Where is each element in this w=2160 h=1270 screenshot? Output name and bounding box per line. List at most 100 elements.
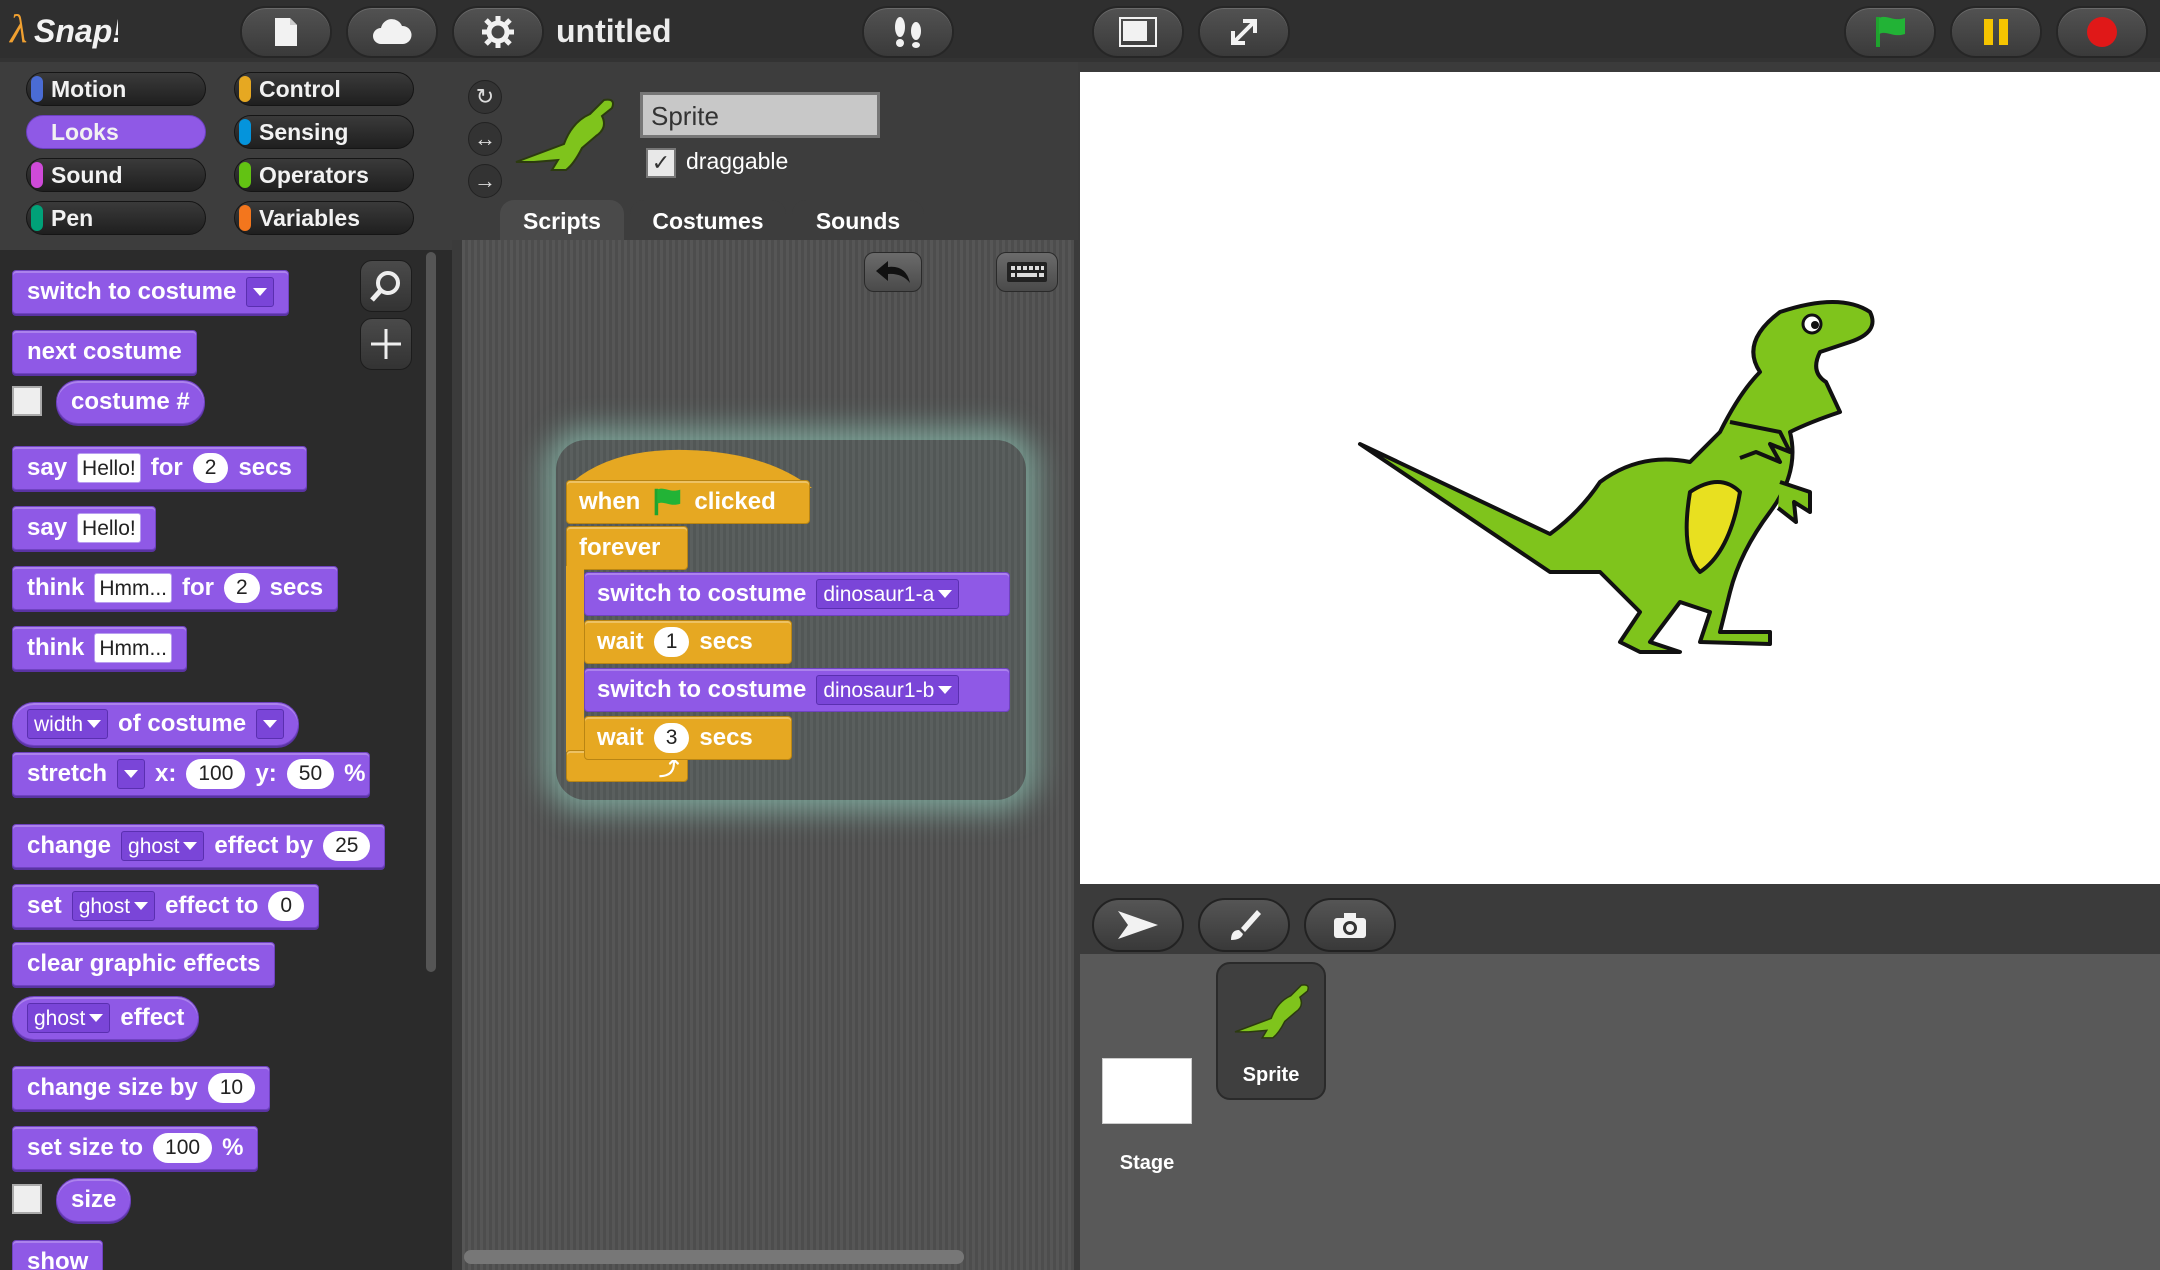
block-label: for <box>150 454 183 481</box>
settings-menu-button[interactable] <box>452 6 544 58</box>
rotation-style-none[interactable]: → <box>468 164 502 198</box>
block-label: x: <box>155 760 177 787</box>
block-stretch[interactable]: stretch x: 100 y: 50% <box>12 752 371 796</box>
snap-logo[interactable]: λ Snap! <box>8 2 118 58</box>
paint-new-sprite-button[interactable] <box>1198 898 1290 952</box>
number-slot[interactable]: 100 <box>186 759 246 789</box>
effect-dropdown[interactable]: ghost <box>27 1003 111 1033</box>
category-pen[interactable]: Pen <box>26 201 206 235</box>
logo-text: Snap! <box>34 13 118 49</box>
block-attribute-of-costume[interactable]: width of costume <box>12 702 300 746</box>
cloud-menu-button[interactable] <box>346 6 438 58</box>
camera-sprite-button[interactable] <box>1304 898 1396 952</box>
dinosaur-sprite[interactable] <box>1080 72 2160 884</box>
file-menu-button[interactable] <box>240 6 332 58</box>
category-sensing[interactable]: Sensing <box>234 115 414 149</box>
number-slot[interactable]: 100 <box>153 1133 213 1163</box>
dropdown-arrow-icon <box>134 902 149 910</box>
block-set-effect-to[interactable]: set ghost effect to 0 <box>12 884 320 928</box>
block-think-for-secs[interactable]: think Hmm... for 2 secs <box>12 566 339 610</box>
stop-icon <box>2087 17 2117 47</box>
when-flag-clicked-block[interactable]: when clicked <box>566 480 810 524</box>
stage-thumbnail[interactable] <box>1102 1058 1192 1124</box>
number-slot[interactable]: 10 <box>207 1073 256 1103</box>
green-flag-button[interactable] <box>1844 6 1936 58</box>
keyboard-entry-button[interactable] <box>996 252 1058 292</box>
undo-button[interactable] <box>864 252 922 292</box>
costume-dropdown[interactable] <box>246 277 275 307</box>
block-clear-graphic-effects[interactable]: clear graphic effects <box>12 942 276 986</box>
costume-num-watcher-checkbox[interactable] <box>12 386 42 416</box>
effect-dropdown[interactable]: ghost <box>121 831 205 861</box>
make-block-button[interactable] <box>360 318 412 370</box>
block-effect-reporter[interactable]: ghost effect <box>12 996 200 1040</box>
number-slot[interactable]: 3 <box>653 723 690 753</box>
pause-button[interactable] <box>1950 6 2042 58</box>
block-switch-to-costume[interactable]: switch to costume <box>12 270 290 314</box>
scripts-scrollbar[interactable] <box>464 1250 964 1264</box>
costume-dropdown[interactable]: dinosaur1-a <box>816 579 960 609</box>
text-slot[interactable]: Hmm... <box>94 633 172 663</box>
dropdown-arrow-icon <box>263 720 278 728</box>
draggable-checkbox[interactable]: ✓ <box>646 148 676 178</box>
switch-costume-a-block[interactable]: switch to costume dinosaur1-a <box>584 572 1010 616</box>
number-slot[interactable]: 50 <box>286 759 335 789</box>
dropdown-arrow-icon <box>87 720 102 728</box>
attribute-dropdown[interactable]: width <box>27 709 109 739</box>
number-slot[interactable]: 2 <box>223 573 260 603</box>
block-show[interactable]: show <box>12 1240 104 1270</box>
block-label: % <box>344 760 366 787</box>
stepping-button[interactable] <box>862 6 954 58</box>
forever-block[interactable]: forever <box>566 526 688 570</box>
number-slot[interactable]: 1 <box>653 627 690 657</box>
category-motion[interactable]: Motion <box>26 72 206 106</box>
category-looks[interactable]: Looks <box>26 115 206 149</box>
block-label: forever <box>579 534 661 561</box>
block-costume-number[interactable]: costume # <box>56 380 205 424</box>
block-label: size <box>71 1186 117 1213</box>
costume-dropdown[interactable] <box>256 709 285 739</box>
block-change-size-by[interactable]: change size by 10 <box>12 1066 271 1110</box>
category-variables[interactable]: Variables <box>234 201 414 235</box>
text-slot[interactable]: Hello! <box>77 453 141 483</box>
search-blocks-button[interactable] <box>360 260 412 312</box>
add-turtle-sprite-button[interactable] <box>1092 898 1184 952</box>
number-slot[interactable]: 0 <box>268 891 305 921</box>
wait-3-block[interactable]: wait 3 secs <box>584 716 792 760</box>
sprite-name-field[interactable]: Sprite <box>640 92 880 138</box>
block-next-costume[interactable]: next costume <box>12 330 197 374</box>
category-operators[interactable]: Operators <box>234 158 414 192</box>
block-label: switch to costume <box>597 580 807 607</box>
category-sound[interactable]: Sound <box>26 158 206 192</box>
stage[interactable] <box>1080 72 2160 884</box>
tab-sounds[interactable]: Sounds <box>792 200 924 242</box>
category-control[interactable]: Control <box>234 72 414 106</box>
presentation-mode-button[interactable] <box>1198 6 1290 58</box>
size-watcher-checkbox[interactable] <box>12 1184 42 1214</box>
tab-scripts[interactable]: Scripts <box>500 200 624 242</box>
block-label: switch to costume <box>27 278 237 305</box>
block-say[interactable]: say Hello! <box>12 506 156 550</box>
block-change-effect-by[interactable]: change ghost effect by 25 <box>12 824 386 868</box>
text-slot[interactable]: Hmm... <box>94 573 172 603</box>
stop-button[interactable] <box>2056 6 2148 58</box>
costume-dropdown[interactable] <box>117 759 146 789</box>
rotation-style-leftright[interactable]: ↔ <box>468 122 502 156</box>
block-size[interactable]: size <box>56 1178 132 1222</box>
block-label: stretch <box>27 760 108 787</box>
number-slot[interactable]: 2 <box>192 453 229 483</box>
block-palette: switch to costume next costume costume #… <box>0 250 452 1270</box>
wait-1-block[interactable]: wait 1 secs <box>584 620 792 664</box>
tab-costumes[interactable]: Costumes <box>630 200 786 242</box>
text-slot[interactable]: Hello! <box>77 513 141 543</box>
block-say-for-secs[interactable]: say Hello! for 2 secs <box>12 446 307 490</box>
effect-dropdown[interactable]: ghost <box>71 891 156 921</box>
normal-stage-button[interactable] <box>1092 6 1184 58</box>
number-slot[interactable]: 25 <box>323 831 371 861</box>
block-set-size-to[interactable]: set size to 100% <box>12 1126 259 1170</box>
switch-costume-b-block[interactable]: switch to costume dinosaur1-b <box>584 668 1010 712</box>
palette-scrollbar[interactable] <box>426 252 436 972</box>
rotation-style-any[interactable]: ↻ <box>468 80 502 114</box>
costume-dropdown[interactable]: dinosaur1-b <box>816 675 960 705</box>
block-think[interactable]: think Hmm... <box>12 626 187 670</box>
